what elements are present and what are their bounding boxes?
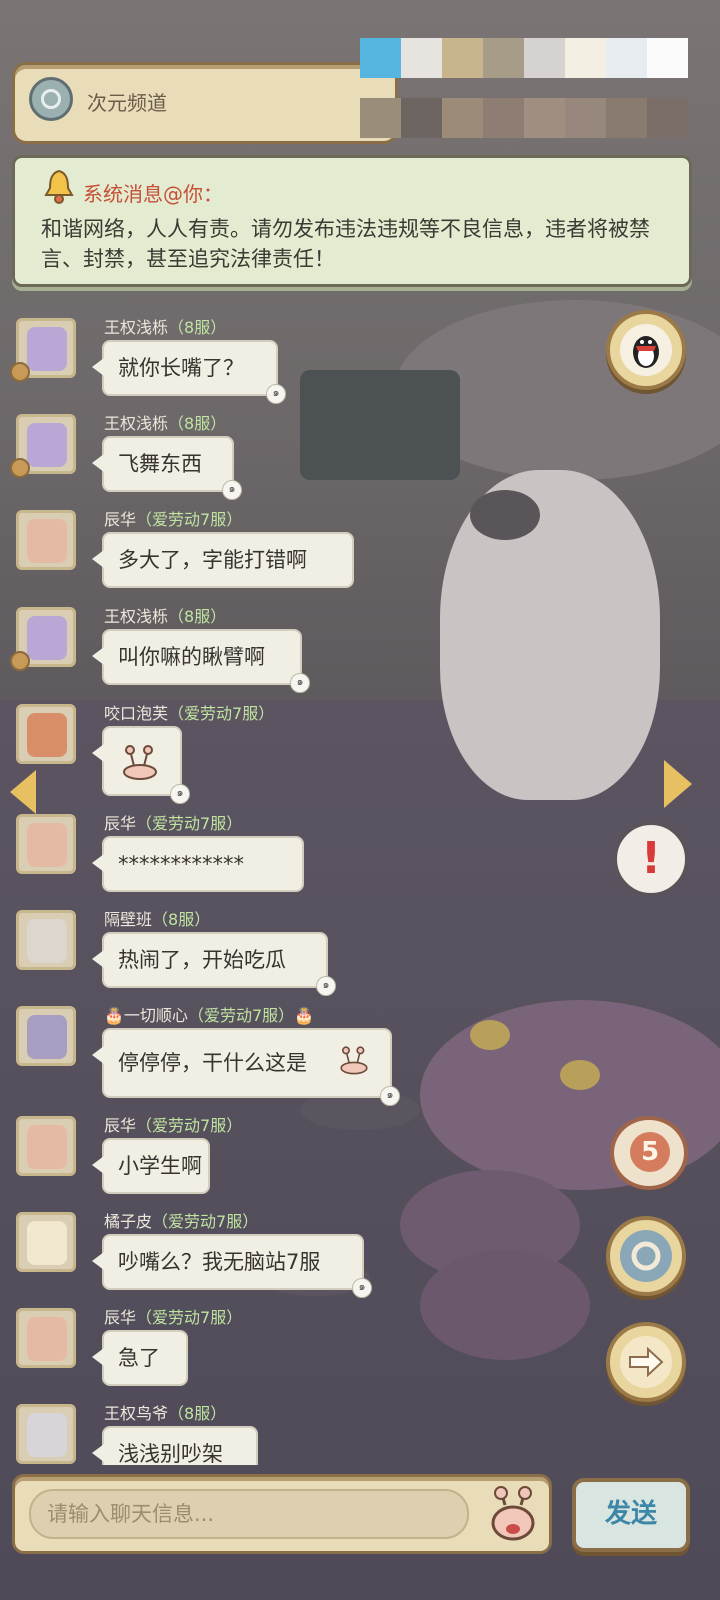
avatar[interactable]	[16, 1404, 76, 1464]
censored-pixel-strip	[360, 38, 690, 158]
bubble-tail-icon: ๑	[170, 784, 190, 804]
sender-name: 辰华（爱劳动7服）	[104, 1308, 243, 1327]
channel-switch-button[interactable]	[606, 1216, 686, 1296]
bubble-tail-icon: ๑	[290, 673, 310, 693]
message-bubble[interactable]: ๑	[92, 726, 190, 804]
message-bubble[interactable]: 就你长嘴了？๑	[92, 340, 286, 404]
medal-icon	[10, 362, 30, 382]
cake-icon: 🎂	[294, 1006, 315, 1025]
unread-count: 5	[630, 1132, 670, 1172]
unread-counter-button[interactable]: 5	[610, 1116, 688, 1190]
avatar[interactable]	[16, 1308, 76, 1368]
system-message-body: 和谐网络，人人有责。请勿发布违法违规等不良信息，违者将被禁言、封禁，甚至追究法律…	[41, 217, 650, 271]
cake-icon: 🎂	[104, 1006, 124, 1025]
sender-name: 王权浅栎（8服）	[104, 414, 227, 433]
bell-icon	[44, 169, 74, 204]
sender-name: 王权浅栎（8服）	[104, 607, 227, 626]
system-message-title: 系统消息@你：	[83, 182, 223, 206]
qq-share-button[interactable]	[606, 310, 686, 390]
medal-icon	[10, 651, 30, 671]
avatar[interactable]	[16, 510, 76, 570]
sender-name: 隔壁班（8服）	[104, 910, 211, 929]
message-bubble[interactable]: 飞舞东西๑	[92, 436, 242, 500]
avatar[interactable]	[16, 1006, 76, 1066]
message-bubble[interactable]: 浅浅别吵架	[92, 1426, 258, 1465]
sender-name: 王权浅栎（8服）	[104, 318, 227, 337]
sender-name: 辰华（爱劳动7服）	[104, 814, 243, 833]
bubble-tail-icon: ๑	[266, 384, 286, 404]
chat-list[interactable]: 王权浅栎（8服） 就你长嘴了？๑ 王权浅栎（8服） 飞舞东西๑ 辰华（爱劳动7服…	[0, 300, 600, 1465]
avatar[interactable]	[16, 910, 76, 970]
next-button[interactable]	[606, 1322, 686, 1402]
snail-sticker-icon	[123, 745, 157, 780]
channel-name: 次元频道	[87, 91, 167, 115]
sender-name: 辰华（爱劳动7服）	[104, 1116, 243, 1135]
avatar[interactable]	[16, 704, 76, 764]
avatar[interactable]	[16, 1212, 76, 1272]
sender-name: 🎂一切顺心（爱劳动7服）🎂	[104, 1006, 315, 1025]
message-bubble[interactable]: 吵嘴么？我无脑站7服๑	[92, 1234, 372, 1298]
snail-emoji-icon[interactable]	[487, 1485, 539, 1543]
message-bubble[interactable]: 多大了，字能打错啊	[92, 532, 354, 588]
alert-icon[interactable]: !	[614, 822, 688, 896]
bubble-tail-icon: ๑	[222, 480, 242, 500]
bubble-tail-icon: ๑	[352, 1278, 372, 1298]
right-arrow-icon[interactable]	[664, 760, 692, 808]
send-button[interactable]: 发送	[572, 1478, 690, 1552]
medal-icon	[10, 458, 30, 478]
message-bubble[interactable]: 小学生啊	[92, 1138, 210, 1194]
penguin-qq-icon	[620, 324, 672, 376]
snail-sticker-icon	[340, 1046, 368, 1075]
message-bubble[interactable]: 急了	[92, 1330, 188, 1386]
system-message: 系统消息@你： 和谐网络，人人有责。请勿发布违法违规等不良信息，违者将被禁言、封…	[12, 155, 692, 287]
sender-name: 辰华（爱劳动7服）	[104, 510, 243, 529]
left-arrow-icon[interactable]	[10, 770, 36, 814]
right-arrow-icon	[620, 1336, 672, 1388]
message-bubble[interactable]: 停停停，干什么这是 ๑	[92, 1028, 400, 1106]
chat-input[interactable]	[29, 1489, 469, 1539]
avatar[interactable]	[16, 814, 76, 874]
sender-name: 咬口泡芙（爱劳动7服）	[104, 704, 275, 723]
ring-channel-icon	[29, 77, 73, 121]
message-bubble[interactable]: ************	[92, 836, 304, 892]
message-bubble[interactable]: 热闹了，开始吃瓜๑	[92, 932, 336, 996]
chat-input-bar	[12, 1474, 552, 1554]
avatar[interactable]	[16, 1116, 76, 1176]
sender-name: 橘子皮（爱劳动7服）	[104, 1212, 259, 1231]
bubble-tail-icon: ๑	[316, 976, 336, 996]
sender-name: 王权鸟爷（8服）	[104, 1404, 227, 1423]
ring-icon	[620, 1230, 672, 1282]
bubble-tail-icon: ๑	[380, 1086, 400, 1106]
message-bubble[interactable]: 叫你嘛的瞅臂啊๑	[92, 629, 310, 693]
channel-bar[interactable]: 次元频道	[12, 62, 398, 144]
